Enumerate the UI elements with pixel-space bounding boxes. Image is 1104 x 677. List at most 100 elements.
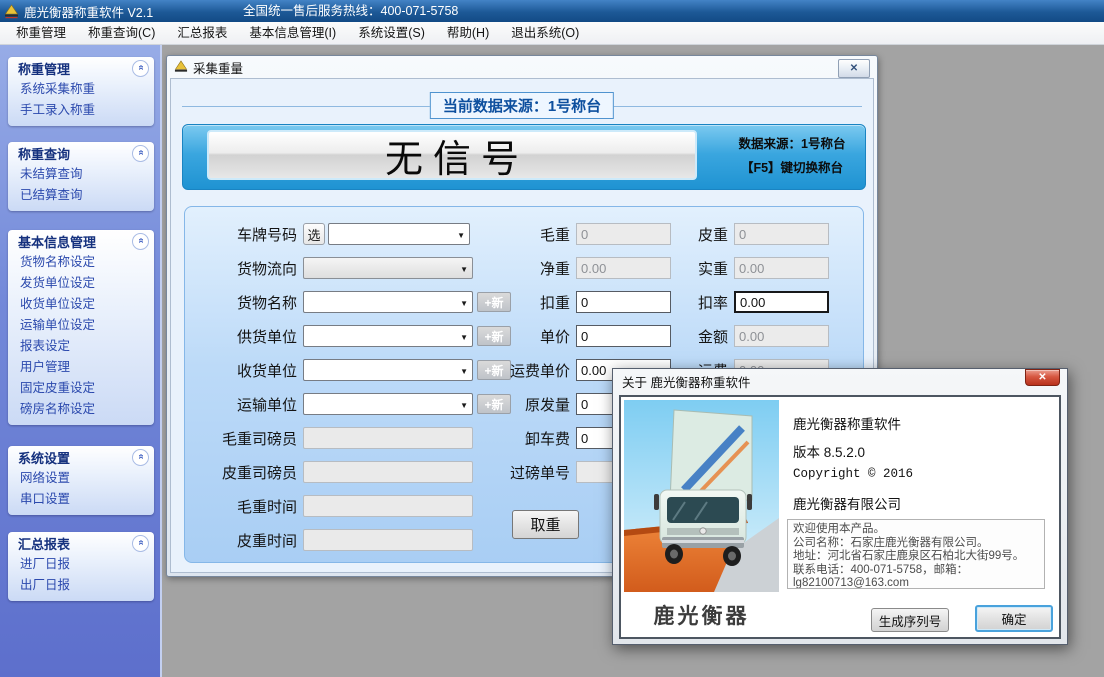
menu-weigh-query[interactable]: 称重查询(C) <box>77 22 166 44</box>
collapse-chevron-icon[interactable]: « <box>132 449 149 466</box>
menu-exit[interactable]: 退出系统(O) <box>500 22 590 44</box>
net-weight-label: 净重 <box>470 258 570 279</box>
sidebar-item-settled-query[interactable]: 已结算查询 <box>8 185 154 206</box>
supplier-label: 供货单位 <box>193 326 297 347</box>
sidebar-header-system-settings[interactable]: 系统设置 « <box>8 446 154 468</box>
company-name: 鹿光衡器有限公司 <box>793 493 901 513</box>
menu-system-settings[interactable]: 系统设置(S) <box>347 22 436 44</box>
menu-summary-report[interactable]: 汇总报表 <box>166 22 238 44</box>
generate-serial-button[interactable]: 生成序列号 <box>871 608 949 632</box>
menu-help[interactable]: 帮助(H) <box>436 22 500 44</box>
sidebar-header-label: 汇总报表 <box>18 534 70 553</box>
tare-operator-field <box>303 461 473 483</box>
product-name: 鹿光衡器称重软件 <box>793 413 901 433</box>
sidebar-header-label: 基本信息管理 <box>18 232 96 251</box>
sidebar-header-weigh-query[interactable]: 称重查询 « <box>8 142 154 164</box>
take-weight-button[interactable]: 取重 <box>512 510 579 539</box>
sidebar-item-unsettled-query[interactable]: 未结算查询 <box>8 164 154 185</box>
sidebar-item-fixed-tare[interactable]: 固定皮重设定 <box>8 378 154 399</box>
transporter-combo[interactable]: ▼ <box>303 393 473 415</box>
collapse-chevron-icon[interactable]: « <box>132 145 149 162</box>
tare-weight-label: 皮重 <box>640 224 728 245</box>
sidebar-item-scale-house-name[interactable]: 磅房名称设定 <box>8 399 154 420</box>
actual-weight-label: 实重 <box>640 258 728 279</box>
data-source-banner: 当前数据来源：1号称台 <box>430 92 614 119</box>
freight-price-label: 运费单价 <box>470 360 570 381</box>
gross-time-field <box>303 495 473 517</box>
sidebar-item-inbound-daily[interactable]: 进厂日报 <box>8 554 154 575</box>
sidebar-item-serial-settings[interactable]: 串口设置 <box>8 489 154 510</box>
collapse-chevron-icon[interactable]: « <box>132 535 149 552</box>
plate-number-label: 车牌号码 <box>193 224 297 245</box>
info-line: lg82100713@163.com <box>793 577 1039 589</box>
sidebar-item-manual-entry[interactable]: 手工录入称重 <box>8 100 154 121</box>
tare-time-label: 皮重时间 <box>193 530 297 551</box>
info-line: 联系电话：400-071-5758，邮箱： <box>793 564 1039 578</box>
sidebar-item-user-manage[interactable]: 用户管理 <box>8 357 154 378</box>
app-title: 鹿光衡器称重软件 V2.1 <box>24 2 153 21</box>
sidebar: 称重管理 « 系统采集称重 手工录入称重 称重查询 « 未结算查询 已结算查询 … <box>0 45 162 677</box>
weight-source-info: 数据来源：1号称台 【F5】键切换称台 <box>723 132 861 180</box>
ticket-number-label: 过磅单号 <box>470 462 570 483</box>
menu-weigh-manage[interactable]: 称重管理 <box>5 22 77 44</box>
about-dialog-content: 鹿光衡器 鹿光衡器称重软件 版本 8.5.2.0 Copyright © 201… <box>619 395 1061 639</box>
about-dialog: 关于 鹿光衡器称重软件 ✕ <box>612 368 1068 645</box>
transporter-label: 运输单位 <box>193 394 297 415</box>
sidebar-header-weigh-manage[interactable]: 称重管理 « <box>8 57 154 79</box>
sidebar-item-transport-unit[interactable]: 运输单位设定 <box>8 315 154 336</box>
company-info-box: 欢迎使用本产品。 公司名称：石家庄鹿光衡器有限公司。 地址：河北省石家庄鹿泉区石… <box>787 519 1045 589</box>
product-version: 版本 8.5.2.0 <box>793 441 865 461</box>
gross-time-label: 毛重时间 <box>193 496 297 517</box>
sidebar-header-label: 系统设置 <box>18 448 70 467</box>
chevron-down-icon: ▼ <box>457 231 465 240</box>
truck-caption: 鹿光衡器 <box>624 600 779 630</box>
sidebar-section-weigh-query: 称重查询 « 未结算查询 已结算查询 <box>8 142 154 211</box>
chevron-down-icon: ▼ <box>460 265 468 274</box>
weight-source-label: 数据来源：1号称台 <box>723 132 861 156</box>
sidebar-item-sender-unit[interactable]: 发货单位设定 <box>8 273 154 294</box>
truck-photo: 鹿光衡器 <box>624 400 779 632</box>
gross-operator-label: 毛重司磅员 <box>193 428 297 449</box>
cargo-flow-combo[interactable]: ▼ <box>303 257 473 279</box>
receiver-combo[interactable]: ▼ <box>303 359 473 381</box>
sidebar-item-network-settings[interactable]: 网络设置 <box>8 468 154 489</box>
unload-fee-label: 卸车费 <box>470 428 570 449</box>
info-line: 欢迎使用本产品。 <box>793 523 1039 537</box>
original-qty-label: 原发量 <box>470 394 570 415</box>
sidebar-item-outbound-daily[interactable]: 出厂日报 <box>8 575 154 596</box>
form-right-column: 皮重 实重 扣率 金额 <box>640 222 840 382</box>
menu-basic-info[interactable]: 基本信息管理(I) <box>238 22 347 44</box>
sidebar-section-summary-report: 汇总报表 « 进厂日报 出厂日报 <box>8 532 154 601</box>
tare-operator-label: 皮重司磅员 <box>193 462 297 483</box>
sidebar-section-basic-info: 基本信息管理 « 货物名称设定 发货单位设定 收货单位设定 运输单位设定 报表设… <box>8 230 154 425</box>
app-root: 鹿光衡器称重软件 V2.1 全国统一售后服务热线：400-071-5758 称重… <box>0 0 1104 677</box>
supplier-combo[interactable]: ▼ <box>303 325 473 347</box>
chevron-down-icon: ▼ <box>460 299 468 308</box>
collapse-chevron-icon[interactable]: « <box>132 233 149 250</box>
menubar: 称重管理 称重查询(C) 汇总报表 基本信息管理(I) 系统设置(S) 帮助(H… <box>0 22 1104 45</box>
plate-select-button[interactable]: 选 <box>303 223 325 245</box>
truck-illustration <box>624 400 779 592</box>
titlebar: 鹿光衡器称重软件 V2.1 全国统一售后服务热线：400-071-5758 <box>0 0 1104 22</box>
dialog-close-icon[interactable]: ✕ <box>1025 369 1060 386</box>
sidebar-item-cargo-name[interactable]: 货物名称设定 <box>8 252 154 273</box>
sidebar-header-label: 称重查询 <box>18 144 70 163</box>
sidebar-section-weigh-manage: 称重管理 « 系统采集称重 手工录入称重 <box>8 57 154 126</box>
receiver-label: 收货单位 <box>193 360 297 381</box>
cargo-name-label: 货物名称 <box>193 292 297 313</box>
deduct-rate-label: 扣率 <box>640 292 728 313</box>
sidebar-item-report-setting[interactable]: 报表设定 <box>8 336 154 357</box>
sidebar-item-system-collect[interactable]: 系统采集称重 <box>8 79 154 100</box>
sidebar-item-receiver-unit[interactable]: 收货单位设定 <box>8 294 154 315</box>
switch-scale-hint: 【F5】键切换称台 <box>723 156 861 180</box>
collapse-chevron-icon[interactable]: « <box>132 60 149 77</box>
sidebar-header-basic-info[interactable]: 基本信息管理 « <box>8 230 154 252</box>
ok-button[interactable]: 确定 <box>975 605 1053 632</box>
deduct-rate-field[interactable] <box>734 291 829 313</box>
plate-number-combo[interactable]: ▼ <box>328 223 470 245</box>
weight-panel: 无信号 数据来源：1号称台 【F5】键切换称台 <box>182 124 866 190</box>
window-close-icon[interactable]: ✕ <box>838 59 870 78</box>
cargo-name-combo[interactable]: ▼ <box>303 291 473 313</box>
sidebar-header-summary-report[interactable]: 汇总报表 « <box>8 532 154 554</box>
window-logo-icon <box>174 60 188 74</box>
